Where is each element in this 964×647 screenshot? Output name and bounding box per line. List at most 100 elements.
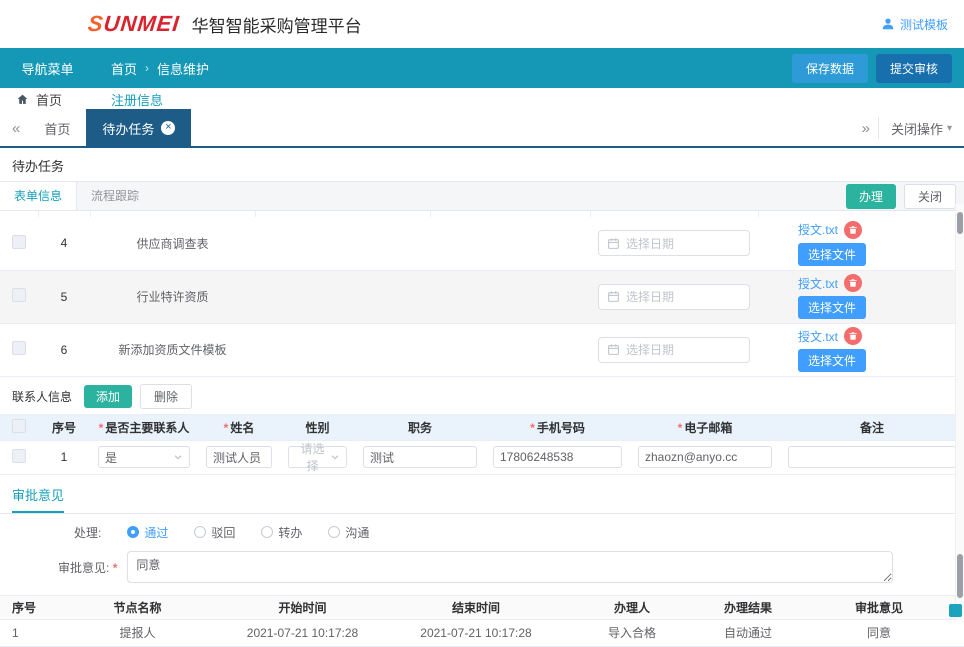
delete-file-icon[interactable]	[844, 274, 862, 292]
actions-cell: 授文.txt 选择文件	[758, 323, 964, 376]
vertical-scrollbar[interactable]	[955, 204, 964, 621]
radio-label: 通过	[144, 524, 168, 541]
radio-approve[interactable]: 通过	[127, 524, 168, 541]
user-icon	[881, 17, 895, 31]
app-title: 华智智能采购管理平台	[192, 12, 362, 37]
cell-opinion: 同意	[794, 619, 964, 646]
date-picker[interactable]: 选择日期	[598, 230, 750, 256]
tab-home[interactable]: 首页	[28, 109, 86, 147]
home-icon	[16, 93, 29, 106]
actions-cell: 授文.txt 选择文件	[758, 217, 964, 270]
company-logo: SUNMEI	[87, 11, 181, 37]
required-asterisk: *	[99, 421, 104, 435]
attachment-file-link[interactable]: 授文.txt	[798, 275, 838, 292]
calendar-icon	[607, 237, 620, 250]
row-checkbox[interactable]	[12, 449, 26, 463]
date-picker[interactable]: 选择日期	[598, 284, 750, 310]
close-panel-button[interactable]: 关闭	[904, 184, 956, 209]
handle-button[interactable]: 办理	[846, 184, 896, 209]
tab-todo-label: 待办任务	[102, 119, 154, 138]
attachment-name: 行业特许资质	[90, 270, 255, 323]
attachment-file-link[interactable]: 授文.txt	[798, 221, 838, 238]
sidebar-item-home[interactable]: 首页	[0, 90, 95, 109]
panel-subtabs: 表单信息 流程跟踪 办理 关闭	[0, 181, 964, 211]
contacts-toolbar: 联系人信息 添加 删除	[0, 377, 964, 414]
column-header: 结束时间	[390, 595, 562, 619]
date-placeholder: 选择日期	[626, 341, 674, 358]
date-placeholder: 选择日期	[626, 235, 674, 252]
process-label: 处理:	[74, 524, 101, 541]
empty-cell	[255, 323, 430, 376]
duty-input[interactable]	[363, 446, 477, 468]
contacts-header-row: 序号 *是否主要联系人 *姓名 性别 职务 *手机号码 *电子邮箱 备注	[0, 414, 964, 440]
select-value: 是	[105, 449, 117, 466]
gender-select[interactable]: 请选择	[288, 446, 347, 468]
breadcrumb-home[interactable]: 首页	[111, 59, 137, 78]
empty-cell	[430, 270, 590, 323]
date-placeholder: 选择日期	[626, 288, 674, 305]
attachments-table: 4 供应商调查表 选择日期 授文.txt 选	[0, 211, 964, 377]
required-asterisk: *	[678, 421, 683, 435]
chevron-down-icon: ▾	[947, 123, 952, 134]
close-tab-icon[interactable]: ×	[161, 121, 175, 135]
column-header: 办理人	[562, 595, 702, 619]
choose-file-button[interactable]: 选择文件	[798, 349, 866, 372]
row-checkbox[interactable]	[12, 341, 26, 355]
tab-todo[interactable]: 待办任务 ×	[86, 109, 191, 147]
date-cell: 选择日期	[590, 217, 758, 270]
select-all-checkbox[interactable]	[12, 419, 26, 433]
save-data-button[interactable]: 保存数据	[792, 54, 868, 83]
tab-process-track[interactable]: 流程跟踪	[77, 182, 153, 210]
primary-contact-select[interactable]: 是	[98, 446, 190, 468]
date-cell: 选择日期	[590, 323, 758, 376]
delete-file-icon[interactable]	[844, 327, 862, 345]
attachment-file-link[interactable]: 授文.txt	[798, 328, 838, 345]
column-header: 职务	[355, 414, 485, 440]
name-cell	[198, 440, 280, 474]
row-checkbox[interactable]	[12, 288, 26, 302]
checkbox-cell	[0, 323, 38, 376]
email-input[interactable]	[638, 446, 772, 468]
tabs-scroll-right-icon[interactable]: »	[854, 120, 878, 137]
column-header: 序号	[38, 414, 90, 440]
empty-cell	[430, 217, 590, 270]
table-row: 5 行业特许资质 选择日期 授文.txt 选	[0, 270, 964, 323]
subnav-registration[interactable]: 注册信息	[95, 90, 163, 109]
cell-result: 自动通过	[702, 619, 794, 646]
tab-strip: « 首页 待办任务 × » 关闭操作 ▾	[0, 110, 964, 148]
cell-node-name: 提报人	[60, 619, 215, 646]
required-asterisk: *	[530, 421, 535, 435]
contact-name-input[interactable]	[206, 446, 272, 468]
delete-file-icon[interactable]	[844, 221, 862, 239]
add-contact-button[interactable]: 添加	[84, 385, 132, 408]
user-menu[interactable]: 测试模板	[881, 16, 948, 33]
radio-transfer[interactable]: 转办	[261, 524, 302, 541]
empty-cell	[430, 323, 590, 376]
contact-row: 1 是 请选择	[0, 440, 964, 474]
row-checkbox[interactable]	[12, 235, 26, 249]
process-options-row: 处理: 通过 驳回 转办 沟通	[0, 514, 964, 543]
delete-contact-button[interactable]: 删除	[140, 384, 192, 409]
tabs-scroll-left-icon[interactable]: «	[4, 120, 28, 137]
scrollbar-thumb[interactable]	[957, 554, 963, 598]
remark-input[interactable]	[788, 446, 956, 468]
cell-no: 1	[0, 619, 60, 646]
submit-review-button[interactable]: 提交审核	[876, 54, 952, 83]
choose-file-button[interactable]: 选择文件	[798, 243, 866, 266]
radio-communicate[interactable]: 沟通	[328, 524, 369, 541]
email-cell	[630, 440, 780, 474]
column-header: 办理结果	[702, 595, 794, 619]
opinion-textarea[interactable]: 同意	[127, 551, 893, 583]
column-header: *电子邮箱	[630, 414, 780, 440]
radio-reject[interactable]: 驳回	[194, 524, 235, 541]
scrollbar-thumb[interactable]	[957, 212, 963, 234]
phone-input[interactable]	[493, 446, 622, 468]
tab-form-info[interactable]: 表单信息	[0, 182, 77, 210]
scroll-corner-widget[interactable]	[949, 604, 962, 617]
close-operations-dropdown[interactable]: 关闭操作 ▾	[878, 117, 964, 139]
top-header: SUNMEI 华智智能采购管理平台 测试模板	[0, 0, 964, 48]
column-header: *姓名	[198, 414, 280, 440]
date-picker[interactable]: 选择日期	[598, 337, 750, 363]
choose-file-button[interactable]: 选择文件	[798, 296, 866, 319]
column-header: 节点名称	[60, 595, 215, 619]
